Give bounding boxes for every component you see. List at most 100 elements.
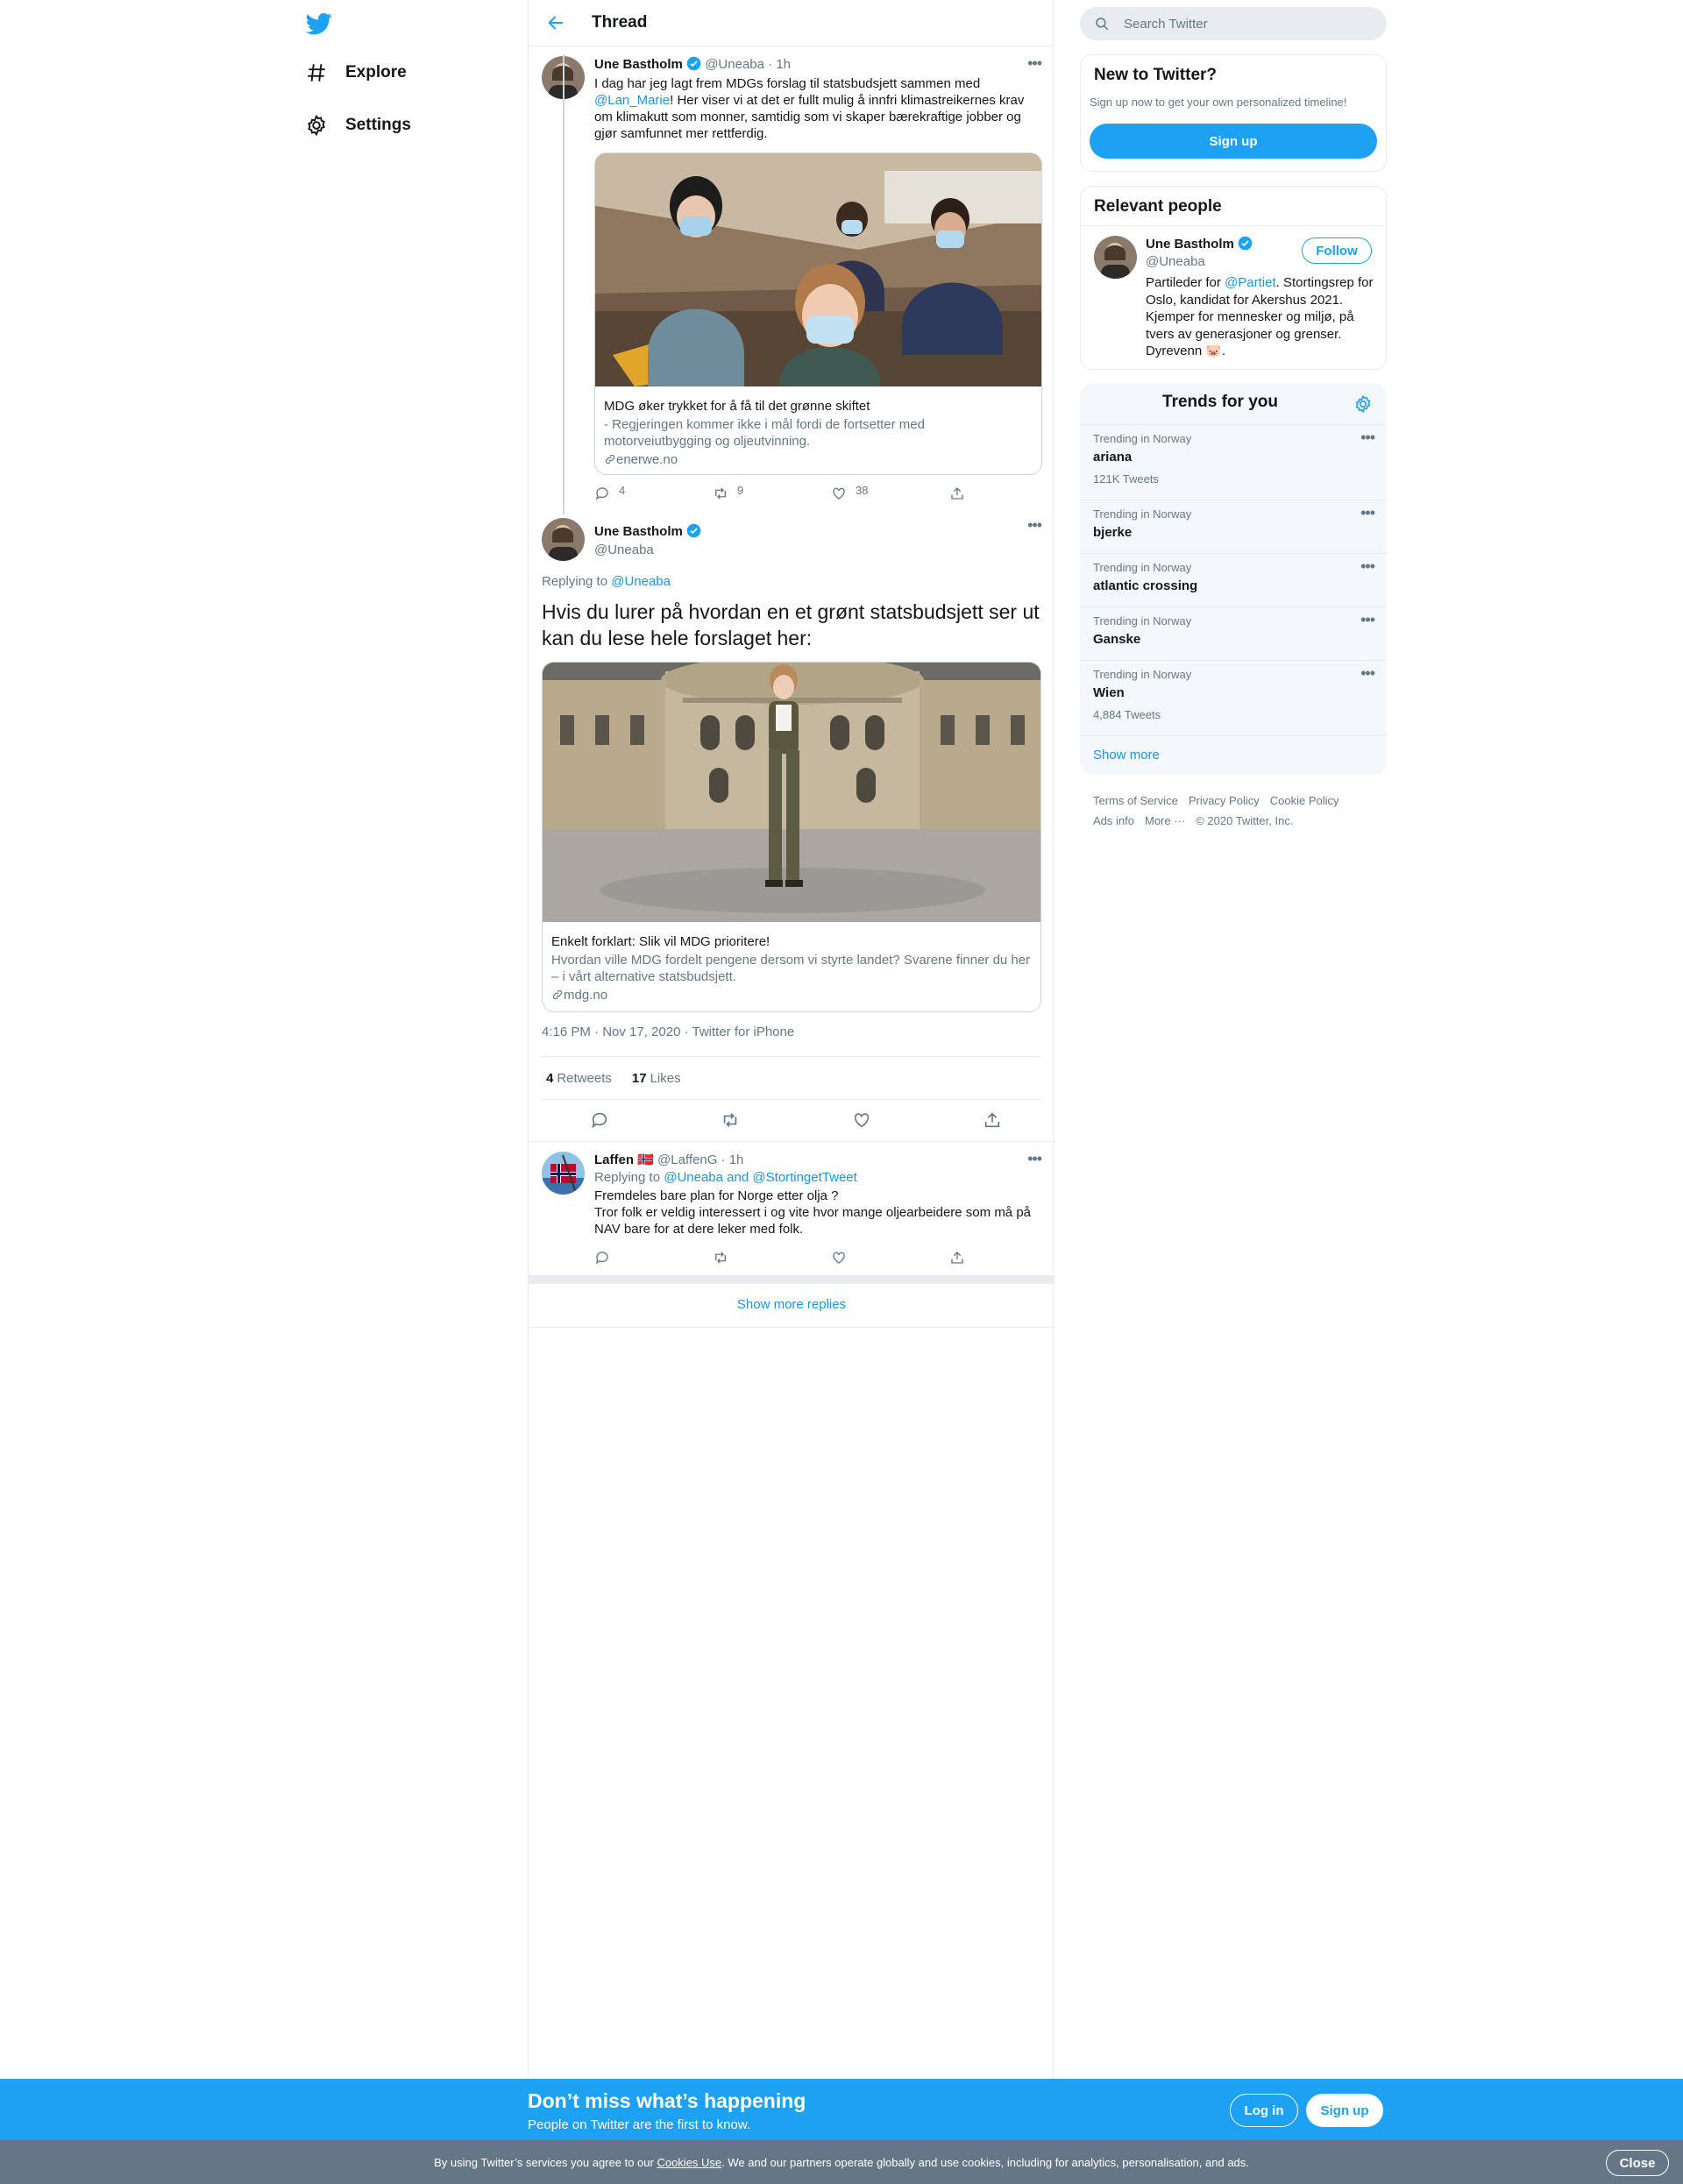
more-options-icon[interactable]: ••• bbox=[1360, 429, 1375, 447]
person-name[interactable]: Une Bastholm bbox=[1146, 236, 1253, 252]
retweet-action[interactable]: 9 bbox=[713, 484, 831, 501]
trend-item[interactable]: Trending in Norway bjerke ••• bbox=[1080, 500, 1387, 553]
search-bar[interactable] bbox=[1080, 7, 1387, 40]
footer-link-cookie[interactable]: Cookie Policy bbox=[1270, 794, 1339, 807]
back-arrow-icon[interactable] bbox=[546, 13, 565, 32]
like-action[interactable]: 38 bbox=[831, 484, 949, 501]
reply-action[interactable]: 4 bbox=[594, 484, 713, 501]
display-name[interactable]: Une Bastholm bbox=[594, 524, 683, 539]
share-icon bbox=[951, 1252, 963, 1264]
trend-name: atlantic crossing bbox=[1093, 578, 1198, 593]
section-divider bbox=[529, 1275, 1055, 1284]
trend-item[interactable]: Trending in Norway Wien 4,884 Tweets ••• bbox=[1080, 660, 1387, 735]
hashtag-icon bbox=[308, 64, 325, 82]
retweet-icon[interactable] bbox=[721, 1110, 740, 1130]
user-handle[interactable]: @Uneaba bbox=[705, 57, 764, 72]
card-title: MDG øker trykket for å få til det grønne… bbox=[604, 399, 870, 414]
box-subtitle: Sign up now to get your own personalized… bbox=[1090, 96, 1347, 109]
trend-context: Trending in Norway bbox=[1093, 614, 1192, 628]
more-options-icon[interactable]: ••• bbox=[1027, 54, 1042, 73]
footer-link-ads[interactable]: Ads info bbox=[1093, 814, 1134, 827]
display-name[interactable]: Laffen bbox=[594, 1152, 634, 1167]
trend-count: 4,884 Tweets bbox=[1093, 708, 1161, 721]
card-domain: enerwe.no bbox=[616, 452, 678, 467]
trends-title: Trends for you bbox=[1162, 393, 1278, 411]
card-description: - Regjeringen kommer ikke i mål fordi de… bbox=[604, 417, 925, 449]
reply-tweet[interactable]: Laffen 🇳🇴 @LaffenG · 1h ••• Replying to … bbox=[529, 1143, 1055, 1274]
twitter-logo-icon[interactable] bbox=[305, 11, 333, 37]
sidebar-signup-button[interactable]: Sign up bbox=[1090, 124, 1377, 159]
nav-item-settings[interactable]: Settings bbox=[305, 108, 411, 143]
reply-action[interactable] bbox=[594, 1250, 713, 1266]
bio-text: Partileder for bbox=[1146, 275, 1225, 290]
avatar[interactable] bbox=[542, 1152, 585, 1195]
cookie-use-link[interactable]: Cookies Use bbox=[657, 2156, 721, 2169]
show-more-replies-button[interactable]: Show more replies bbox=[529, 1284, 1055, 1328]
signup-button[interactable]: Sign up bbox=[1306, 2094, 1383, 2127]
trends-panel: Trends for you Trending in Norway ariana… bbox=[1080, 384, 1387, 775]
trend-item[interactable]: Trending in Norway Ganske ••• bbox=[1080, 606, 1387, 660]
like-count: 38 bbox=[856, 484, 869, 497]
more-options-icon[interactable]: ••• bbox=[1027, 1150, 1042, 1168]
card-caption: Enkelt forklart: Slik vil MDG prioritere… bbox=[543, 926, 1040, 1010]
thread-tweet[interactable]: Une Bastholm @Uneaba · 1h ••• I dag har … bbox=[529, 47, 1055, 512]
user-handle[interactable]: @LaffenG bbox=[657, 1152, 717, 1167]
trend-item[interactable]: Trending in Norway atlantic crossing ••• bbox=[1080, 553, 1387, 606]
login-button[interactable]: Log in bbox=[1230, 2094, 1298, 2127]
share-icon[interactable] bbox=[983, 1110, 1002, 1130]
mention-link[interactable]: @Uneaba and @StortingetTweet bbox=[664, 1170, 857, 1185]
likes-stat[interactable]: 17 Likes bbox=[632, 1071, 681, 1086]
show-more-link[interactable]: Show more bbox=[1093, 748, 1160, 762]
reply-icon[interactable] bbox=[590, 1110, 609, 1130]
retweet-icon bbox=[715, 487, 726, 500]
more-options-icon[interactable]: ••• bbox=[1360, 664, 1375, 683]
nav-item-label: Settings bbox=[345, 116, 411, 134]
tweet-time[interactable]: · 1h bbox=[768, 57, 791, 72]
retweets-stat[interactable]: 4 Retweets bbox=[546, 1071, 612, 1086]
more-options-icon[interactable]: ••• bbox=[1360, 611, 1375, 629]
box-title: New to Twitter? bbox=[1094, 66, 1218, 84]
nav-item-explore[interactable]: Explore bbox=[305, 55, 407, 90]
share-action[interactable] bbox=[949, 1250, 965, 1266]
tweet-timestamp[interactable]: 4:16 PM · Nov 17, 2020 · Twitter for iPh… bbox=[542, 1025, 794, 1039]
mention-link[interactable]: @Partiet bbox=[1225, 275, 1276, 290]
more-options-icon[interactable]: ••• bbox=[1027, 516, 1042, 535]
like-action[interactable] bbox=[831, 1250, 949, 1266]
share-action[interactable] bbox=[949, 486, 965, 501]
likes-label: Likes bbox=[650, 1070, 681, 1086]
footer-link-privacy[interactable]: Privacy Policy bbox=[1189, 794, 1260, 807]
tweet-time[interactable]: · 1h bbox=[721, 1152, 744, 1167]
card-image bbox=[595, 153, 1041, 386]
card-title: Enkelt forklart: Slik vil MDG prioritere… bbox=[551, 934, 770, 949]
tweet-author[interactable]: Une Bastholm bbox=[594, 523, 701, 539]
more-options-icon[interactable]: ••• bbox=[1360, 557, 1375, 576]
tweet-text: Hvis du lurer på hvordan en et grønt sta… bbox=[542, 600, 1040, 649]
avatar[interactable] bbox=[542, 518, 585, 561]
gear-icon[interactable] bbox=[1353, 394, 1373, 414]
banner-subtext: People on Twitter are the first to know. bbox=[528, 2117, 751, 2132]
display-name[interactable]: Une Bastholm bbox=[594, 57, 683, 72]
retweet-action[interactable] bbox=[713, 1250, 831, 1266]
heart-icon[interactable] bbox=[852, 1110, 871, 1130]
link-card[interactable]: MDG øker trykket for å få til det grønne… bbox=[594, 152, 1042, 475]
footer-link-more[interactable]: More ··· bbox=[1145, 814, 1185, 827]
more-options-icon[interactable]: ••• bbox=[1360, 504, 1375, 522]
link-card[interactable]: Enkelt forklart: Slik vil MDG prioritere… bbox=[542, 662, 1041, 1012]
mention-link[interactable]: @Lan_Marie bbox=[594, 93, 670, 108]
mention-link[interactable]: @Uneaba bbox=[611, 574, 671, 589]
close-cookie-button[interactable]: Close bbox=[1606, 2150, 1669, 2176]
user-handle[interactable]: @Uneaba bbox=[1146, 254, 1205, 269]
avatar[interactable] bbox=[1094, 236, 1137, 279]
replying-to: Replying to @Uneaba bbox=[542, 574, 671, 589]
show-more-trends[interactable]: Show more bbox=[1080, 735, 1387, 775]
search-input[interactable] bbox=[1124, 16, 1378, 32]
footer-link-terms[interactable]: Terms of Service bbox=[1093, 794, 1178, 807]
follow-button[interactable]: Follow bbox=[1302, 238, 1372, 264]
retweet-icon bbox=[715, 1252, 726, 1264]
trend-item[interactable]: Trending in Norway ariana 121K Tweets ••… bbox=[1080, 424, 1387, 500]
box-title: Relevant people bbox=[1094, 197, 1222, 216]
banner-headline: Don’t miss what’s happening bbox=[528, 2089, 806, 2112]
page-header: Thread bbox=[529, 0, 1053, 46]
user-handle[interactable]: @Uneaba bbox=[594, 542, 654, 557]
tweet-text-part: I dag har jeg lagt frem MDGs forslag til… bbox=[594, 76, 981, 91]
